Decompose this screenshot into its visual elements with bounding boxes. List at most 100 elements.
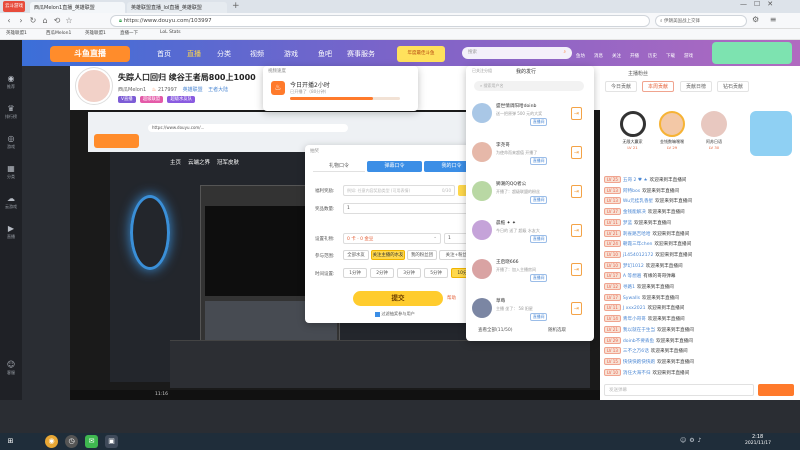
fan-top-3[interactable]: 阿苏日语 LV 30 — [694, 111, 734, 150]
sidebar-item-cloud-game[interactable]: ☁ 云游戏 — [0, 194, 22, 210]
forward-icon[interactable]: › — [16, 16, 26, 26]
refresh-icon[interactable]: ↻ — [28, 16, 38, 26]
chat-username[interactable]: 三不之万6话 — [623, 349, 649, 354]
chat-username[interactable]: 梦蓝 — [623, 221, 632, 226]
nav-video[interactable]: 视频 — [250, 49, 264, 59]
chat-username[interactable]: 快快快跑快快跑 — [623, 360, 655, 365]
home-icon[interactable]: ⌂ — [40, 16, 50, 26]
send-button[interactable] — [758, 384, 794, 396]
chat-username[interactable]: Wu元挂乳香星 — [623, 199, 653, 204]
chat-username[interactable]: 朝霞三年chen — [623, 242, 653, 247]
site-logo[interactable]: 斗鱼直播 — [50, 46, 130, 62]
clock-time[interactable]: 2:18 — [752, 434, 763, 440]
chat-username[interactable]: Sywalls — [623, 296, 640, 301]
quantity-input[interactable]: 1 — [343, 203, 478, 214]
help-link[interactable]: 帮助 — [447, 295, 456, 301]
nav-live[interactable]: 直播 — [187, 49, 201, 59]
nav-fishbar[interactable]: 鱼吧 — [318, 49, 332, 59]
tab-daily[interactable]: 贡献日榜 — [680, 81, 713, 92]
chrome-icon[interactable]: ◉ — [45, 435, 58, 448]
chat-username[interactable]: A 等想遍 — [623, 274, 641, 279]
filter-checkbox[interactable]: 过滤抽奖参与用户 — [375, 311, 415, 317]
submit-button[interactable]: 提交 — [353, 291, 443, 306]
tab-week[interactable]: 本周贡献 — [642, 81, 675, 92]
chat-username[interactable]: 寻路1 — [623, 285, 635, 290]
chat-username[interactable]: 消任大海不归 — [623, 371, 651, 376]
header-icon-message[interactable]: 消息 — [594, 53, 603, 59]
enter-room-icon[interactable]: ⇥ — [571, 185, 582, 198]
time-option[interactable]: 3分钟 — [397, 268, 421, 278]
tab-inactive[interactable]: 英雄联盟直播_lol直播_英雄联盟 — [127, 2, 227, 13]
fan-tag[interactable]: 直播间 — [530, 313, 548, 321]
clock-date[interactable]: 2021/11/17 — [745, 441, 771, 446]
header-icon-fishshop[interactable]: 鱼坊 — [576, 53, 585, 59]
tray-icons[interactable]: ☺⚙♪ — [680, 437, 704, 444]
sidebar-item-service[interactable]: ☺ 客服 — [0, 360, 22, 376]
enter-room-icon[interactable]: ⇥ — [571, 146, 582, 159]
bookmark-item[interactable]: 英雄联盟1 — [85, 30, 106, 36]
join-option[interactable]: 全部水友 — [343, 250, 369, 260]
nav-category[interactable]: 分类 — [217, 49, 231, 59]
bookmark-item[interactable]: 英雄联盟1 — [6, 30, 27, 36]
fan-tag[interactable]: 直播间 — [530, 196, 548, 204]
random-pick-link[interactable]: 随机选取 — [548, 327, 566, 333]
enter-room-icon[interactable]: ⇥ — [571, 107, 582, 120]
window-controls[interactable]: —☐✕ — [740, 0, 780, 8]
follow-search[interactable]: ⌕ 搜索用户名 — [474, 81, 584, 91]
time-option[interactable]: 5分钟 — [424, 268, 448, 278]
header-icon-game[interactable]: 游戏 — [684, 53, 693, 59]
chat-username[interactable]: J xxx2021 — [623, 306, 646, 311]
chat-username[interactable]: j1454012172 — [623, 253, 654, 258]
list-item[interactable]: 晨栀 ✦ ✦ 今日的 送了 超级 水友大 直播间 ⇥ — [470, 216, 588, 248]
list-item[interactable]: 狮潮的QQ者公 开播了：超级联盟的粉丝 直播间 ⇥ — [470, 177, 588, 209]
chat-username[interactable]: 金钱能解决 — [623, 210, 646, 215]
tag-item[interactable]: 王者大陆 — [208, 87, 228, 93]
chat-username[interactable]: 青年小哥哥 — [623, 317, 646, 322]
streamer-avatar[interactable] — [76, 68, 112, 104]
chat-username[interactable]: doinb不要丢鱼 — [623, 339, 654, 344]
list-item[interactable]: 王启晓666 开播了：加入主播房间 直播间 ⇥ — [470, 255, 588, 287]
url-field[interactable]: 🔒︎ https://www.douyu.com/103997 — [110, 15, 650, 27]
star-icon[interactable]: ☆ — [64, 16, 74, 26]
join-option[interactable]: 我的粉丝团 — [407, 250, 437, 260]
promo-badge[interactable]: 年度最佳斗鱼 — [397, 46, 445, 62]
tab-diamond[interactable]: 钻石贡献 — [717, 81, 750, 92]
user-avatar[interactable] — [712, 42, 792, 64]
tab-active[interactable]: 西瓜Melon1直播_英雄联盟 — [30, 2, 125, 13]
sidebar-item-rank[interactable]: ♛ 排行榜 — [0, 104, 22, 120]
chat-username[interactable]: 梦幻1012 — [623, 264, 644, 269]
fan-tag[interactable]: 直播间 — [530, 235, 548, 243]
browser-search-box[interactable]: ⌕ 伊朗美国战上交锋 — [655, 15, 747, 27]
fan-tag[interactable]: 直播间 — [530, 157, 548, 165]
chat-input[interactable]: 发送弹幕 — [604, 384, 754, 396]
lottery-tab-danmu[interactable]: 弹幕口令 — [367, 161, 422, 172]
join-option-selected[interactable]: 关注主播的水友 — [371, 250, 405, 260]
fan-top-2[interactable]: 金钱数嘛嘿嘿 LV 29 — [652, 111, 692, 150]
chat-username[interactable]: 我以就在于生当 — [623, 328, 655, 333]
list-item[interactable]: 李尧哥 为使命而来超值 开播了 直播间 ⇥ — [470, 138, 588, 170]
sidebar-item-game[interactable]: ◎ 游戏 — [0, 134, 22, 150]
browser-logo[interactable]: 云斗游戏 — [3, 1, 25, 12]
enter-room-icon[interactable]: ⇥ — [571, 224, 582, 237]
clock-app-icon[interactable]: ◷ — [65, 435, 78, 448]
sidebar-item-recommend[interactable]: ◉ 推荐 — [0, 74, 22, 90]
bookmark-item[interactable]: LoL Stats — [160, 30, 181, 35]
view-all-link[interactable]: 查看全部(11/50) — [478, 327, 512, 333]
badge[interactable]: 超级联盟 — [139, 96, 164, 103]
tab-today[interactable]: 今日贡献 — [605, 81, 638, 92]
fan-tag[interactable]: 直播间 — [530, 274, 548, 282]
streamer-name[interactable]: 西瓜Melon1 — [118, 87, 146, 93]
app-icon[interactable]: ▣ — [105, 435, 118, 448]
chat-username[interactable]: 五哥 2 ♥ ★ — [623, 178, 648, 183]
time-option[interactable]: 2分钟 — [370, 268, 394, 278]
sidebar-item-category[interactable]: ▦ 分类 — [0, 164, 22, 180]
header-icon-history[interactable]: 历史 — [648, 53, 657, 59]
lottery-tab-gift[interactable]: 礼物口令 — [313, 161, 365, 172]
enter-room-icon[interactable]: ⇥ — [571, 263, 582, 276]
bookmark-item[interactable]: 直播一下 — [120, 30, 138, 36]
fan-tag[interactable]: 直播间 — [530, 118, 548, 126]
wechat-icon[interactable]: ✉ — [85, 435, 98, 448]
nav-events[interactable]: 赛事服务 — [347, 49, 375, 59]
menu-icon[interactable]: ⚙ ≡ — [752, 15, 780, 24]
nav-home[interactable]: 首页 — [157, 49, 171, 59]
